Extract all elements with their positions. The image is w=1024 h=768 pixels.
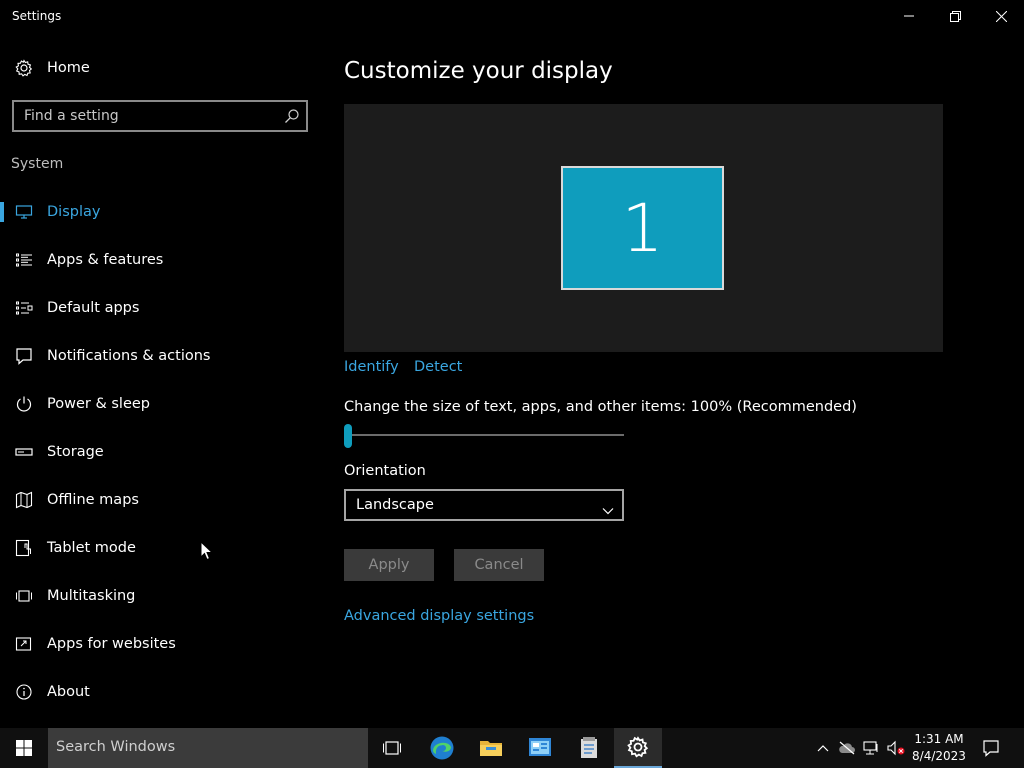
section-label: System bbox=[11, 156, 64, 172]
sidebar-item-label: Apps for websites bbox=[47, 636, 176, 652]
list-icon bbox=[15, 251, 33, 269]
sidebar-item-tablet-mode[interactable]: Tablet mode bbox=[0, 528, 320, 568]
identify-link[interactable]: Identify bbox=[344, 359, 399, 375]
sidebar-item-label: Apps & features bbox=[47, 252, 164, 268]
scale-label: Change the size of text, apps, and other… bbox=[344, 399, 857, 415]
edge-browser-icon bbox=[430, 736, 454, 760]
clock-time: 1:31 AM bbox=[914, 732, 964, 746]
sidebar-item-multitasking[interactable]: Multitasking bbox=[0, 576, 320, 616]
tablet-icon bbox=[15, 539, 33, 557]
apply-button[interactable]: Apply bbox=[344, 549, 434, 581]
slider-thumb[interactable] bbox=[344, 424, 352, 448]
sidebar-item-apps-websites[interactable]: Apps for websites bbox=[0, 624, 320, 664]
sidebar-item-display[interactable]: Display bbox=[0, 192, 320, 232]
taskbar-clock[interactable]: 1:31 AM 8/4/2023 bbox=[910, 731, 968, 765]
sidebar-item-label: Display bbox=[47, 204, 101, 220]
close-button[interactable] bbox=[978, 0, 1024, 32]
advanced-display-settings-link[interactable]: Advanced display settings bbox=[344, 608, 534, 624]
sidebar-item-power-sleep[interactable]: Power & sleep bbox=[0, 384, 320, 424]
search-icon[interactable] bbox=[284, 108, 300, 128]
taskbar: Search Windows 1:31 AM 8/4/2023 bbox=[0, 728, 1024, 768]
sidebar-item-apps-features[interactable]: Apps & features bbox=[0, 240, 320, 280]
volume-status[interactable] bbox=[884, 728, 908, 768]
show-hidden-icons-button[interactable] bbox=[812, 728, 834, 768]
scale-slider[interactable] bbox=[344, 424, 624, 448]
taskbar-settings[interactable] bbox=[614, 728, 662, 768]
detect-link[interactable]: Detect bbox=[414, 359, 462, 375]
close-icon bbox=[995, 10, 1007, 22]
default-apps-icon bbox=[15, 299, 33, 317]
sidebar-item-label: Storage bbox=[47, 444, 104, 460]
task-view-icon bbox=[383, 741, 401, 755]
notification-icon bbox=[983, 740, 999, 757]
restore-button[interactable] bbox=[932, 0, 978, 32]
search-box[interactable] bbox=[12, 100, 308, 132]
sidebar-item-label: Default apps bbox=[47, 300, 140, 316]
sidebar: Home System Display Apps & features Defa… bbox=[0, 32, 320, 728]
folder-icon bbox=[480, 741, 502, 756]
chevron-up-icon bbox=[817, 745, 829, 752]
sidebar-item-label: Offline maps bbox=[47, 492, 139, 508]
start-button[interactable] bbox=[0, 728, 48, 768]
title-bar: Settings bbox=[0, 0, 1024, 32]
sidebar-item-home[interactable]: Home bbox=[0, 48, 320, 88]
multitask-icon bbox=[15, 587, 33, 605]
clock-date: 8/4/2023 bbox=[912, 749, 966, 763]
gear-icon bbox=[15, 59, 33, 77]
volume-muted-icon bbox=[887, 740, 905, 756]
chevron-down-icon bbox=[602, 500, 614, 519]
windows-logo-icon bbox=[16, 740, 32, 756]
taskbar-edge[interactable] bbox=[418, 728, 466, 768]
slider-track bbox=[344, 434, 624, 436]
network-status[interactable] bbox=[860, 728, 882, 768]
monitor-icon bbox=[15, 203, 33, 221]
monitor-number: 1 bbox=[621, 189, 664, 267]
network-icon bbox=[863, 741, 878, 755]
sidebar-item-about[interactable]: About bbox=[0, 672, 320, 712]
orientation-value: Landscape bbox=[356, 497, 434, 513]
monitor-tile[interactable]: 1 bbox=[561, 166, 724, 290]
sidebar-item-offline-maps[interactable]: Offline maps bbox=[0, 480, 320, 520]
cancel-button[interactable]: Cancel bbox=[454, 549, 544, 581]
sidebar-item-label: Tablet mode bbox=[47, 540, 136, 556]
map-icon bbox=[15, 491, 33, 509]
sidebar-item-notifications[interactable]: Notifications & actions bbox=[0, 336, 320, 376]
sidebar-item-label: Notifications & actions bbox=[47, 348, 211, 364]
minimize-icon bbox=[904, 15, 914, 17]
gear-icon bbox=[627, 736, 649, 758]
sidebar-item-label: About bbox=[47, 684, 90, 700]
drive-icon bbox=[15, 443, 33, 461]
message-icon bbox=[15, 347, 33, 365]
taskbar-app[interactable] bbox=[565, 728, 613, 768]
page-title: Customize your display bbox=[344, 58, 613, 84]
action-center-button[interactable] bbox=[976, 728, 1006, 768]
mouse-cursor-icon bbox=[200, 541, 214, 561]
taskbar-search-box[interactable]: Search Windows bbox=[48, 728, 368, 768]
onedrive-status[interactable] bbox=[836, 728, 858, 768]
sidebar-item-label: Power & sleep bbox=[47, 396, 150, 412]
cloud-offline-icon bbox=[839, 741, 855, 755]
sidebar-item-storage[interactable]: Storage bbox=[0, 432, 320, 472]
orientation-label: Orientation bbox=[344, 463, 426, 479]
orientation-dropdown[interactable]: Landscape bbox=[344, 489, 624, 521]
notepad-icon bbox=[581, 737, 597, 758]
taskbar-search-text: Search Windows bbox=[56, 739, 176, 755]
sidebar-item-label: Multitasking bbox=[47, 588, 136, 604]
info-icon bbox=[15, 683, 33, 701]
window-title: Settings bbox=[12, 9, 62, 23]
main-content: Customize your display 1 Identify Detect… bbox=[344, 32, 1004, 728]
taskbar-file-explorer[interactable] bbox=[467, 728, 515, 768]
active-indicator bbox=[0, 202, 4, 222]
display-arrangement-area: 1 bbox=[344, 104, 943, 352]
restore-icon bbox=[949, 10, 961, 22]
search-input[interactable] bbox=[14, 102, 274, 130]
sidebar-item-default-apps[interactable]: Default apps bbox=[0, 288, 320, 328]
task-view-button[interactable] bbox=[368, 728, 416, 768]
control-panel-icon bbox=[529, 738, 551, 756]
web-link-icon bbox=[15, 635, 33, 653]
taskbar-control-panel[interactable] bbox=[516, 728, 564, 768]
minimize-button[interactable] bbox=[886, 0, 932, 32]
home-label: Home bbox=[47, 60, 90, 76]
power-icon bbox=[15, 395, 33, 413]
